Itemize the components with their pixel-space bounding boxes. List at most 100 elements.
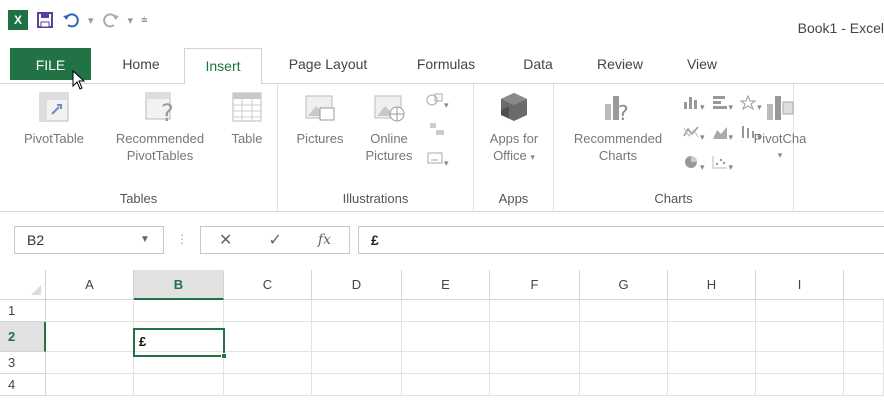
grid-cell[interactable] xyxy=(312,374,402,396)
tab-review[interactable]: Review xyxy=(584,44,656,84)
name-box-dropdown-icon[interactable]: ▼ xyxy=(140,234,150,245)
grid-cell[interactable] xyxy=(844,374,884,396)
grid-cell[interactable] xyxy=(402,322,490,352)
save-icon[interactable] xyxy=(36,11,54,29)
recommended-charts-button[interactable]: ? Recommended Charts xyxy=(560,90,676,164)
grid-cell[interactable] xyxy=(844,322,884,352)
column-header-c[interactable]: C xyxy=(224,270,312,300)
row-header-3[interactable]: 3 xyxy=(0,352,46,374)
excel-logo-icon[interactable]: X xyxy=(8,10,28,30)
grid-cell[interactable] xyxy=(490,300,580,322)
grid-cell[interactable] xyxy=(756,374,844,396)
row-header-4[interactable]: 4 xyxy=(0,374,46,396)
grid-cell[interactable] xyxy=(668,300,756,322)
customize-qat-icon[interactable]: ⩧ xyxy=(141,14,147,27)
grid-cell[interactable] xyxy=(844,352,884,374)
grid-cell[interactable] xyxy=(224,300,312,322)
active-cell-b2[interactable]: £ xyxy=(133,328,227,359)
recommended-pivottables-icon: ? xyxy=(145,92,174,124)
recommended-pivottables-button[interactable]: ? Recommended PivotTables xyxy=(100,90,220,164)
tables-group: PivotTable ? Recommended PivotTables Tab… xyxy=(0,84,278,212)
apps-for-office-button[interactable]: Apps for Office ▾ xyxy=(478,90,550,166)
screenshot-icon[interactable]: ▾ xyxy=(426,150,449,169)
grid-cell[interactable] xyxy=(490,374,580,396)
column-header-e[interactable]: E xyxy=(402,270,490,300)
tab-formulas[interactable]: Formulas xyxy=(402,44,490,84)
tab-data[interactable]: Data xyxy=(508,44,568,84)
grid-cell[interactable] xyxy=(580,300,668,322)
grid-cell[interactable] xyxy=(668,352,756,374)
charts-group-label: Charts xyxy=(654,191,693,206)
grid-cell[interactable] xyxy=(134,300,224,322)
grid-cell[interactable] xyxy=(490,322,580,352)
grid-cell[interactable] xyxy=(668,374,756,396)
grid-cell[interactable] xyxy=(224,322,312,352)
table-button[interactable]: Table xyxy=(222,90,272,147)
row-header-1[interactable]: 1 xyxy=(0,300,46,322)
smartart-icon[interactable] xyxy=(428,121,446,140)
redo-dropdown-icon[interactable]: ▾ xyxy=(128,14,134,27)
grid-cell[interactable] xyxy=(844,300,884,322)
pivottable-button[interactable]: PivotTable xyxy=(14,90,94,147)
grid-cell[interactable] xyxy=(312,352,402,374)
pivotchart-button[interactable]: PivotCha ▾ xyxy=(750,90,810,164)
grid-cell[interactable] xyxy=(402,300,490,322)
grid-cell[interactable] xyxy=(134,374,224,396)
tab-page-layout[interactable]: Page Layout xyxy=(274,44,382,84)
worksheet-grid: A B C D E F G H I 1 2 3 4 £ xyxy=(0,270,884,417)
grid-cell[interactable] xyxy=(46,352,134,374)
grid-cell[interactable] xyxy=(312,300,402,322)
grid-cell[interactable] xyxy=(46,374,134,396)
column-header-f[interactable]: F xyxy=(490,270,580,300)
formula-bar-resize-handle[interactable]: ⋮ xyxy=(176,232,188,246)
cancel-icon[interactable]: ✕ xyxy=(219,230,232,250)
column-header-i[interactable]: I xyxy=(756,270,844,300)
grid-cell[interactable] xyxy=(46,322,134,352)
pie-chart-icon[interactable]: ▾ xyxy=(682,154,705,173)
grid-cell[interactable] xyxy=(756,352,844,374)
tab-home[interactable]: Home xyxy=(110,44,172,84)
grid-cell[interactable] xyxy=(756,300,844,322)
undo-icon[interactable] xyxy=(62,11,80,29)
formula-input[interactable]: £ xyxy=(358,226,884,254)
grid-cell[interactable] xyxy=(668,322,756,352)
shapes-icon[interactable]: ▾ xyxy=(426,92,449,111)
column-header-g[interactable]: G xyxy=(580,270,668,300)
tab-insert[interactable]: Insert xyxy=(184,48,262,89)
grid-cell[interactable] xyxy=(402,374,490,396)
column-header-partial[interactable] xyxy=(844,270,884,300)
column-header-d[interactable]: D xyxy=(312,270,402,300)
bar-chart-icon[interactable]: ▾ xyxy=(711,94,733,113)
redo-icon[interactable] xyxy=(102,11,120,29)
column-header-b[interactable]: B xyxy=(134,270,224,300)
tab-view[interactable]: View xyxy=(672,44,732,84)
enter-icon[interactable]: ✓ xyxy=(268,230,281,250)
online-pictures-button[interactable]: Online Pictures xyxy=(356,90,422,164)
line-chart-icon[interactable]: ▾ xyxy=(682,124,705,143)
column-chart-icon[interactable]: ▾ xyxy=(682,94,705,113)
mouse-cursor-icon xyxy=(72,70,86,90)
grid-cell[interactable] xyxy=(224,374,312,396)
undo-dropdown-icon[interactable]: ▾ xyxy=(88,14,94,27)
column-header-a[interactable]: A xyxy=(46,270,134,300)
grid-cell[interactable] xyxy=(756,322,844,352)
grid-cell[interactable] xyxy=(580,322,668,352)
illustrations-group-label: Illustrations xyxy=(342,191,409,206)
select-all-button[interactable] xyxy=(0,270,46,300)
illustrations-group: Pictures Online Pictures ▾ ▾ Illustratio… xyxy=(278,84,474,212)
grid-cell[interactable] xyxy=(580,374,668,396)
area-chart-icon[interactable]: ▾ xyxy=(711,124,733,143)
grid-cell[interactable] xyxy=(46,300,134,322)
row-header-2[interactable]: 2 xyxy=(0,322,46,352)
column-header-h[interactable]: H xyxy=(668,270,756,300)
scatter-chart-icon[interactable]: ▾ xyxy=(711,154,733,173)
grid-cell[interactable] xyxy=(490,352,580,374)
fill-handle[interactable] xyxy=(221,353,227,359)
pictures-button[interactable]: Pictures xyxy=(288,90,352,147)
grid-cell[interactable] xyxy=(312,322,402,352)
svg-text:?: ? xyxy=(161,99,174,124)
grid-cell[interactable] xyxy=(224,352,312,374)
insert-function-icon[interactable]: fx xyxy=(318,232,331,248)
grid-cell[interactable] xyxy=(580,352,668,374)
grid-cell[interactable] xyxy=(402,352,490,374)
